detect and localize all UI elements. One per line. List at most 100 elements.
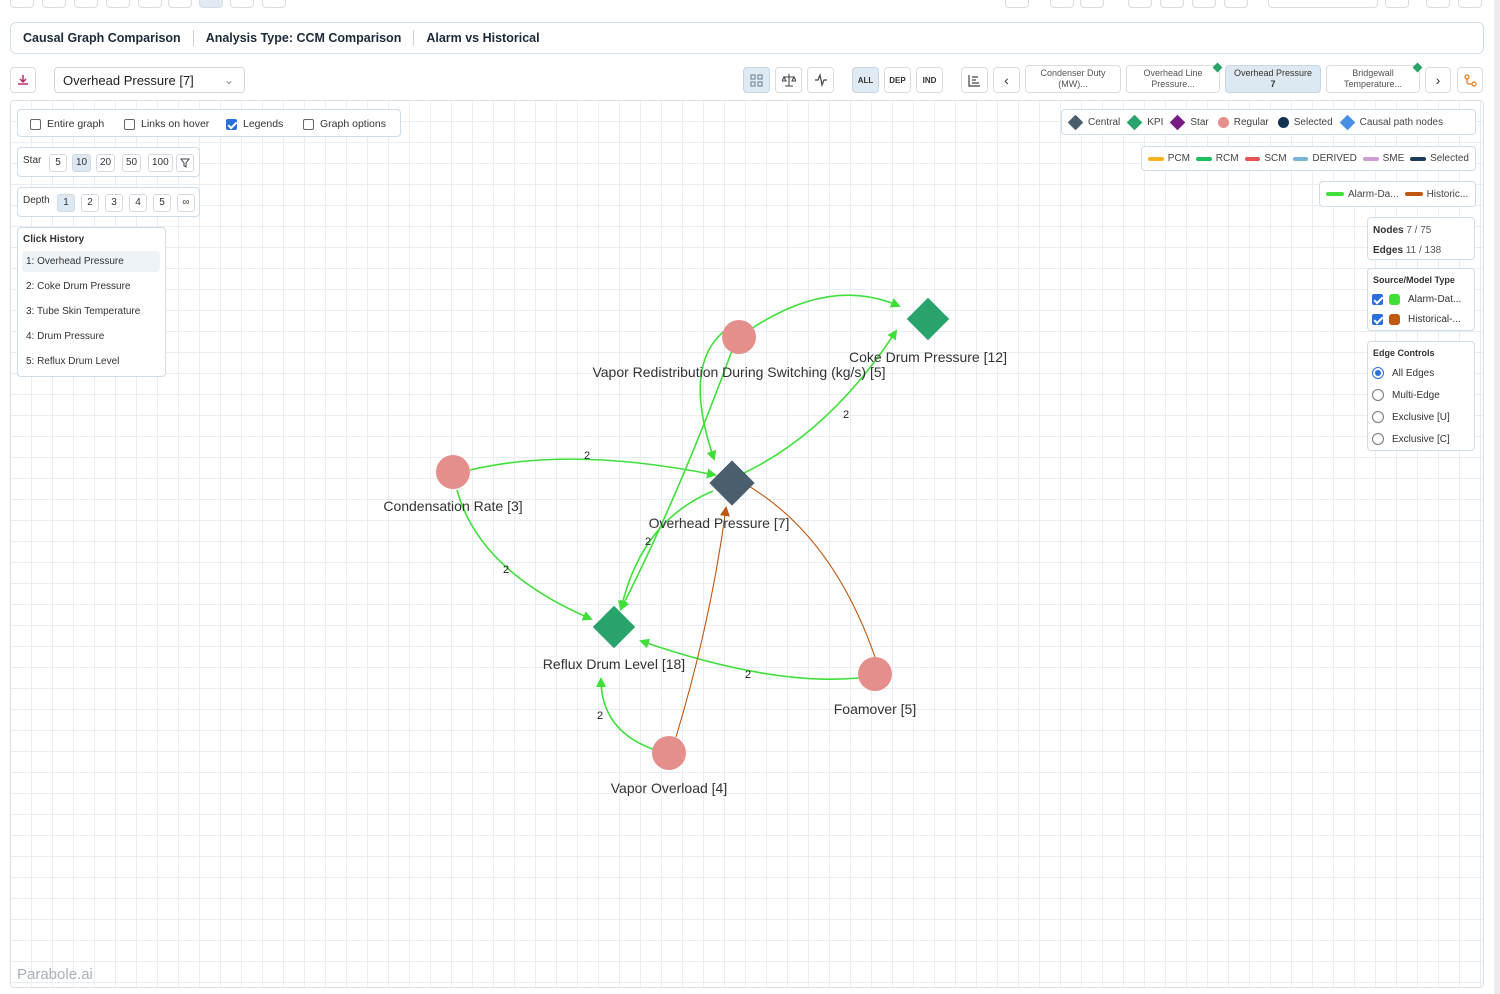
graph-edge[interactable] (738, 480, 876, 658)
star-option[interactable]: 50 (122, 154, 142, 172)
edge-control-option[interactable]: Exclusive [C] (1372, 433, 1450, 445)
star-option[interactable]: 5 (49, 154, 67, 172)
node-regular[interactable] (436, 455, 470, 489)
app-icon[interactable] (168, 0, 192, 8)
app-icon[interactable] (10, 0, 34, 8)
edge-weight-label: 2 (597, 710, 603, 722)
app-icon[interactable] (138, 0, 162, 8)
graph-edge[interactable] (699, 328, 728, 461)
node-label: Vapor Redistribution During Switching (k… (592, 364, 885, 380)
node-central[interactable] (709, 460, 755, 506)
history-item[interactable]: 3: Tube Skin Temperature (22, 301, 160, 322)
node-tab-active[interactable]: Overhead Pressure 7 (1225, 65, 1321, 93)
links-on-hover-checkbox[interactable]: Links on hover (124, 118, 209, 130)
checkbox-box[interactable] (303, 118, 314, 130)
node-regular[interactable] (722, 320, 756, 354)
app-icon[interactable] (1268, 0, 1378, 8)
app-icon[interactable] (1192, 0, 1216, 8)
click-history-title: Click History (23, 234, 85, 245)
checkbox-box[interactable] (226, 118, 237, 130)
app-icon[interactable] (1458, 0, 1482, 8)
node-tab[interactable]: Bridgewall Temperature... (1326, 62, 1423, 93)
edge-control-option[interactable]: Multi-Edge (1372, 389, 1440, 401)
edge-control-option[interactable]: All Edges (1372, 367, 1434, 379)
app-icon[interactable] (1050, 0, 1074, 8)
grid-view-button[interactable] (743, 67, 770, 93)
app-icon[interactable] (1426, 0, 1450, 8)
depth-option[interactable]: ∞ (177, 194, 195, 212)
node-tab[interactable]: Overhead Line Pressure... (1126, 62, 1223, 93)
app-icon[interactable] (74, 0, 98, 8)
history-item[interactable]: 5: Reflux Drum Level (22, 351, 160, 372)
app-icon[interactable] (199, 0, 223, 8)
radio-button[interactable] (1372, 433, 1384, 445)
window-scrollbar[interactable] (1494, 0, 1500, 994)
filter-all-button[interactable]: ALL (852, 67, 879, 93)
app-icon[interactable] (1128, 0, 1152, 8)
checkbox-box[interactable] (30, 118, 41, 130)
history-item[interactable]: 2: Coke Drum Pressure (22, 276, 160, 297)
depth-option[interactable]: 2 (81, 194, 99, 212)
node-label: Foamover [5] (834, 701, 916, 717)
app-icon[interactable] (1385, 0, 1409, 8)
filter-ind-button[interactable]: IND (916, 67, 943, 93)
entire-graph-checkbox[interactable]: Entire graph (30, 118, 104, 130)
filter-dep-button[interactable]: DEP (884, 67, 911, 93)
layout-button[interactable] (961, 67, 988, 93)
historical-color-icon (1389, 314, 1400, 325)
node-kpi[interactable] (592, 605, 636, 649)
rcm-edge-icon (1196, 156, 1212, 161)
prev-node-button[interactable]: ‹ (993, 67, 1020, 93)
legend-label: KPI (1147, 116, 1164, 128)
align-left-icon (968, 74, 980, 87)
download-button[interactable] (10, 67, 36, 93)
radio-button[interactable] (1372, 367, 1384, 379)
node-tab-count: 7 (1270, 79, 1276, 89)
graph-edge[interactable] (469, 458, 717, 479)
app-icon[interactable] (1160, 0, 1184, 8)
node-regular[interactable] (858, 657, 892, 691)
star-option[interactable]: 20 (96, 154, 116, 172)
node-tab[interactable]: Condenser Duty (MW)... (1025, 65, 1121, 93)
graph-edge[interactable] (675, 506, 730, 738)
graph-edge[interactable] (596, 677, 656, 751)
target-node-select[interactable]: Overhead Pressure [7] ⌄ (54, 67, 245, 93)
radio-button[interactable] (1372, 389, 1384, 401)
graph-canvas[interactable]: 2 2 2 2 2 2 Overhead Pressure [7] Coke D… (10, 100, 1484, 988)
graph-edge[interactable] (750, 294, 901, 330)
depth-option[interactable]: 3 (105, 194, 123, 212)
causal-graph[interactable]: 2 2 2 2 2 2 Overhead Pressure [7] Coke D… (11, 101, 1484, 988)
node-kpi[interactable] (906, 297, 950, 341)
source-item[interactable]: Historical-... (1372, 314, 1461, 325)
star-option[interactable]: 100 (148, 154, 173, 172)
radio-button[interactable] (1372, 411, 1384, 423)
app-icon[interactable] (230, 0, 254, 8)
app-icon[interactable] (1080, 0, 1104, 8)
checkbox-box[interactable] (124, 118, 135, 130)
graph-edge[interactable] (617, 490, 714, 611)
share-graph-button[interactable] (1457, 67, 1483, 93)
filter-button[interactable] (176, 154, 194, 172)
app-icon[interactable] (262, 0, 286, 8)
history-item[interactable]: 4: Drum Pressure (22, 326, 160, 347)
checkbox-box[interactable] (1372, 294, 1383, 305)
source-legend: Alarm-Da... Historic... (1319, 181, 1476, 207)
star-option[interactable]: 10 (72, 154, 92, 172)
next-node-button[interactable]: › (1425, 67, 1451, 93)
depth-option[interactable]: 4 (129, 194, 147, 212)
app-icon[interactable] (1005, 0, 1029, 8)
compare-button[interactable] (775, 67, 802, 93)
history-item[interactable]: 1: Overhead Pressure (22, 251, 160, 272)
depth-option[interactable]: 5 (153, 194, 171, 212)
depth-option[interactable]: 1 (57, 194, 75, 212)
app-icon[interactable] (106, 0, 130, 8)
node-regular[interactable] (652, 736, 686, 770)
app-icon[interactable] (42, 0, 66, 8)
graph-options-checkbox[interactable]: Graph options (303, 118, 386, 130)
source-item[interactable]: Alarm-Dat... (1372, 294, 1461, 305)
app-icon[interactable] (1224, 0, 1248, 8)
legends-checkbox[interactable]: Legends (226, 118, 283, 130)
checkbox-box[interactable] (1372, 314, 1383, 325)
pulse-button[interactable] (807, 67, 834, 93)
edge-control-option[interactable]: Exclusive [U] (1372, 411, 1450, 423)
